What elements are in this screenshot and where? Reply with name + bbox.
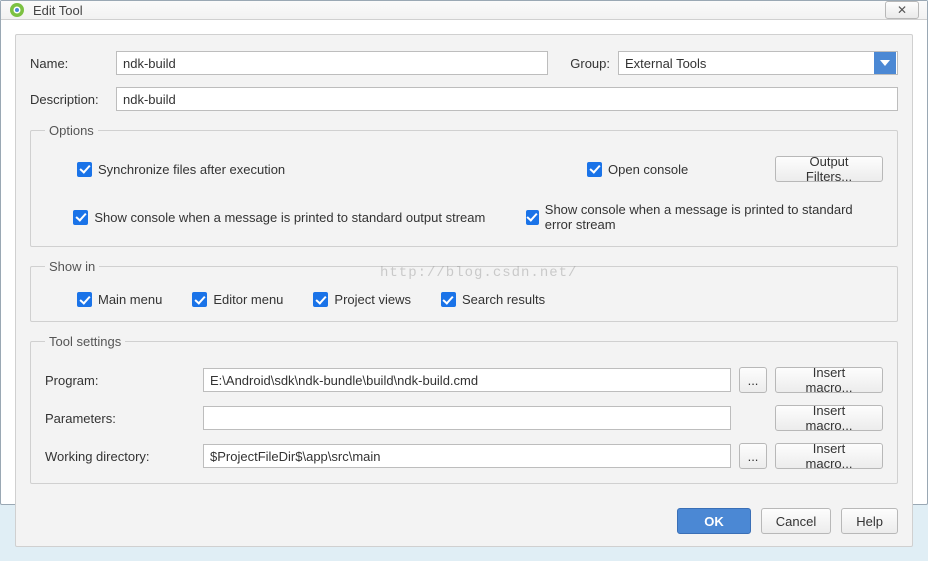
program-insert-macro-button[interactable]: Insert macro... bbox=[775, 367, 883, 393]
chevron-down-icon bbox=[874, 52, 896, 74]
description-label: Description: bbox=[30, 92, 108, 107]
checkbox-icon bbox=[313, 292, 328, 307]
editor-menu-label: Editor menu bbox=[213, 292, 283, 307]
stdout-checkbox[interactable]: Show console when a message is printed t… bbox=[73, 210, 525, 225]
program-field[interactable] bbox=[203, 368, 731, 392]
search-results-label: Search results bbox=[462, 292, 545, 307]
sync-files-checkbox[interactable]: Synchronize files after execution bbox=[77, 162, 587, 177]
workdir-field[interactable] bbox=[203, 444, 731, 468]
parameters-row: Parameters: Insert macro... bbox=[45, 405, 883, 431]
program-row: Program: ... Insert macro... bbox=[45, 367, 883, 393]
name-label: Name: bbox=[30, 56, 108, 71]
workdir-browse-button[interactable]: ... bbox=[739, 443, 767, 469]
parameters-insert-macro-button[interactable]: Insert macro... bbox=[775, 405, 883, 431]
search-results-checkbox[interactable]: Search results bbox=[441, 292, 545, 307]
description-row: Description: bbox=[30, 87, 898, 111]
workdir-row: Working directory: ... Insert macro... bbox=[45, 443, 883, 469]
open-console-label: Open console bbox=[608, 162, 688, 177]
checkbox-icon bbox=[587, 162, 602, 177]
sync-files-label: Synchronize files after execution bbox=[98, 162, 285, 177]
show-in-fieldset: Show in Main menu Editor menu Project vi… bbox=[30, 259, 898, 322]
parameters-field[interactable] bbox=[203, 406, 731, 430]
dialog-window: Edit Tool ✕ Name: Group: External Tools … bbox=[0, 0, 928, 505]
checkbox-icon bbox=[192, 292, 207, 307]
output-filters-button[interactable]: Output Filters... bbox=[775, 156, 883, 182]
checkbox-icon bbox=[441, 292, 456, 307]
close-button[interactable]: ✕ bbox=[885, 1, 919, 19]
show-in-legend: Show in bbox=[45, 259, 99, 274]
description-field[interactable] bbox=[116, 87, 898, 111]
group-value: External Tools bbox=[625, 56, 706, 71]
parameters-label: Parameters: bbox=[45, 411, 195, 426]
options-legend: Options bbox=[45, 123, 98, 138]
main-menu-checkbox[interactable]: Main menu bbox=[77, 292, 162, 307]
options-fieldset: Options Synchronize files after executio… bbox=[30, 123, 898, 247]
help-button[interactable]: Help bbox=[841, 508, 898, 534]
stderr-label: Show console when a message is printed t… bbox=[545, 202, 883, 232]
content-area: Name: Group: External Tools Description:… bbox=[1, 20, 927, 561]
checkbox-icon bbox=[77, 162, 92, 177]
program-browse-button[interactable]: ... bbox=[739, 367, 767, 393]
stderr-checkbox[interactable]: Show console when a message is printed t… bbox=[526, 202, 884, 232]
stdout-label: Show console when a message is printed t… bbox=[94, 210, 485, 225]
window-title: Edit Tool bbox=[33, 3, 885, 18]
group-combobox[interactable]: External Tools bbox=[618, 51, 898, 75]
editor-menu-checkbox[interactable]: Editor menu bbox=[192, 292, 283, 307]
cancel-button[interactable]: Cancel bbox=[761, 508, 831, 534]
titlebar: Edit Tool ✕ bbox=[1, 1, 927, 20]
tool-settings-fieldset: Tool settings Program: ... Insert macro.… bbox=[30, 334, 898, 484]
main-menu-label: Main menu bbox=[98, 292, 162, 307]
checkbox-icon bbox=[526, 210, 539, 225]
checkbox-icon bbox=[77, 292, 92, 307]
dialog-footer: OK Cancel Help bbox=[30, 496, 898, 534]
project-views-checkbox[interactable]: Project views bbox=[313, 292, 411, 307]
name-field[interactable] bbox=[116, 51, 548, 75]
main-panel: Name: Group: External Tools Description:… bbox=[15, 34, 913, 547]
project-views-label: Project views bbox=[334, 292, 411, 307]
workdir-insert-macro-button[interactable]: Insert macro... bbox=[775, 443, 883, 469]
group-label: Group: bbox=[570, 56, 610, 71]
program-label: Program: bbox=[45, 373, 195, 388]
app-icon bbox=[9, 2, 25, 18]
name-group-row: Name: Group: External Tools bbox=[30, 51, 898, 75]
tool-settings-legend: Tool settings bbox=[45, 334, 125, 349]
workdir-label: Working directory: bbox=[45, 449, 195, 464]
open-console-checkbox[interactable]: Open console bbox=[587, 162, 775, 177]
checkbox-icon bbox=[73, 210, 88, 225]
ok-button[interactable]: OK bbox=[677, 508, 751, 534]
